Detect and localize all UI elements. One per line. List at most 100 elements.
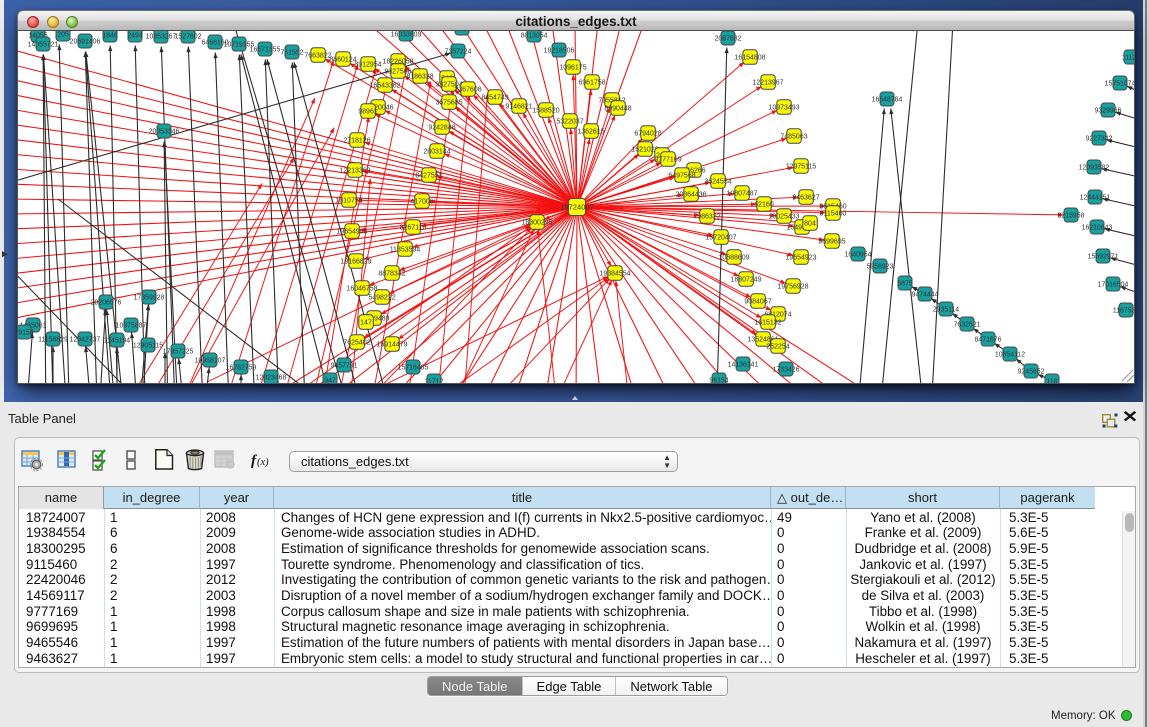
svg-text:3624554: 3624554 bbox=[704, 178, 731, 185]
svg-text:8660124: 8660124 bbox=[329, 56, 356, 63]
svg-text:10973493: 10973493 bbox=[768, 104, 799, 111]
svg-text:88: 88 bbox=[458, 31, 466, 32]
svg-text:7625402: 7625402 bbox=[343, 339, 370, 346]
svg-text:10654112: 10654112 bbox=[995, 351, 1025, 358]
svg-text:11712: 11712 bbox=[425, 378, 444, 384]
svg-text:9242848: 9242848 bbox=[428, 124, 455, 131]
svg-text:7986322: 7986322 bbox=[693, 213, 720, 220]
svg-text:9329966: 9329966 bbox=[1095, 107, 1122, 114]
svg-text:98961: 98961 bbox=[358, 108, 378, 115]
svg-text:1846: 1846 bbox=[102, 32, 117, 39]
svg-text:39154: 39154 bbox=[18, 329, 34, 336]
svg-text:1362615: 1362615 bbox=[577, 128, 604, 135]
svg-text:205: 205 bbox=[57, 31, 69, 38]
svg-text:16914479: 16914479 bbox=[376, 341, 407, 348]
svg-text:8813054: 8813054 bbox=[521, 32, 548, 39]
svg-text:8267110: 8267110 bbox=[400, 224, 427, 231]
svg-text:12975115: 12975115 bbox=[786, 163, 817, 170]
svg-text:2718126: 2718126 bbox=[343, 137, 370, 144]
svg-text:8215958: 8215958 bbox=[1058, 212, 1085, 219]
svg-text:12444151: 12444151 bbox=[1080, 194, 1111, 201]
svg-text:16671355: 16671355 bbox=[250, 46, 281, 53]
svg-text:19756928: 19756928 bbox=[777, 283, 808, 290]
svg-text:6497568: 6497568 bbox=[668, 172, 695, 179]
svg-text:1615132: 1615132 bbox=[754, 319, 781, 326]
svg-text:1588520: 1588520 bbox=[532, 107, 559, 114]
svg-text:9777169: 9777169 bbox=[654, 156, 681, 163]
svg-text:9146821: 9146821 bbox=[505, 103, 532, 110]
svg-text:17016504: 17016504 bbox=[1098, 281, 1129, 288]
svg-text:12213967: 12213967 bbox=[752, 79, 783, 86]
svg-text:11353594: 11353594 bbox=[390, 246, 421, 253]
svg-text:18807249: 18807249 bbox=[730, 276, 761, 283]
svg-text:6794028: 6794028 bbox=[634, 130, 661, 137]
svg-text:14055721: 14055721 bbox=[28, 41, 59, 48]
svg-text:7663822: 7663822 bbox=[304, 52, 331, 59]
svg-text:2367608: 2367608 bbox=[454, 86, 481, 93]
svg-text:17359928: 17359928 bbox=[134, 294, 165, 301]
svg-text:12213369: 12213369 bbox=[339, 167, 370, 174]
svg-text:96154: 96154 bbox=[709, 377, 728, 384]
svg-text:20206576: 20206576 bbox=[91, 299, 122, 306]
svg-text:16154808: 16154808 bbox=[734, 54, 765, 61]
svg-text:19654985: 19654985 bbox=[336, 228, 367, 235]
svg-text:9245652: 9245652 bbox=[1018, 368, 1045, 375]
svg-text:12942737: 12942737 bbox=[70, 336, 101, 343]
svg-text:16648784: 16648784 bbox=[872, 96, 903, 103]
svg-text:6961758: 6961758 bbox=[578, 79, 605, 86]
svg-text:15716485: 15716485 bbox=[398, 364, 429, 371]
svg-text:9115460: 9115460 bbox=[820, 210, 847, 217]
svg-text:19166829: 19166829 bbox=[340, 258, 371, 265]
svg-text:15751074: 15751074 bbox=[1105, 80, 1135, 87]
svg-text:2494: 2494 bbox=[127, 32, 142, 39]
svg-text:11156829: 11156829 bbox=[38, 336, 68, 343]
svg-text:10958107: 10958107 bbox=[195, 357, 226, 364]
svg-text:804: 804 bbox=[804, 220, 816, 227]
svg-text:2087682: 2087682 bbox=[715, 35, 742, 42]
svg-text:15692971: 15692971 bbox=[1088, 253, 1119, 260]
svg-text:147: 147 bbox=[360, 319, 372, 326]
svg-text:8427552: 8427552 bbox=[415, 172, 442, 179]
svg-text:7357224: 7357224 bbox=[445, 48, 472, 55]
svg-text:5958923: 5958923 bbox=[867, 263, 894, 270]
svg-text:20053346: 20053346 bbox=[149, 128, 180, 135]
svg-text:(x): (x) bbox=[257, 457, 269, 468]
svg-text:11124: 11124 bbox=[1122, 54, 1135, 61]
svg-text:15720407: 15720407 bbox=[705, 234, 736, 241]
svg-text:16033809: 16033809 bbox=[391, 31, 422, 38]
svg-text:9463627: 9463627 bbox=[792, 194, 819, 201]
svg-text:947: 947 bbox=[324, 377, 336, 384]
svg-text:19218506: 19218506 bbox=[544, 47, 575, 54]
svg-text:62160: 62160 bbox=[754, 201, 774, 208]
svg-text:8878342: 8878342 bbox=[378, 270, 405, 277]
svg-text:10975887: 10975887 bbox=[116, 322, 147, 329]
svg-text:7485063: 7485063 bbox=[780, 133, 807, 140]
svg-text:19654923: 19654923 bbox=[785, 254, 816, 261]
svg-text:9699695: 9699695 bbox=[818, 238, 845, 245]
svg-text:8454749: 8454749 bbox=[481, 94, 508, 101]
svg-text:18300295: 18300295 bbox=[521, 219, 552, 226]
svg-text:2803144: 2803144 bbox=[423, 148, 450, 155]
svg-text:16782759: 16782759 bbox=[226, 364, 257, 371]
svg-text:12905115: 12905115 bbox=[133, 342, 163, 349]
svg-text:9227342: 9227342 bbox=[1086, 135, 1113, 142]
svg-text:751552: 751552 bbox=[281, 49, 304, 56]
svg-text:6875: 6875 bbox=[897, 280, 912, 287]
svg-text:9457791: 9457791 bbox=[331, 362, 358, 369]
svg-text:252254: 252254 bbox=[766, 343, 789, 350]
svg-text:16046758: 16046758 bbox=[346, 285, 377, 292]
svg-text:1733426: 1733426 bbox=[773, 366, 800, 373]
svg-text:17957225: 17957225 bbox=[163, 348, 194, 355]
svg-text:16543382: 16543382 bbox=[369, 82, 400, 89]
svg-text:1527602: 1527602 bbox=[175, 33, 202, 40]
svg-text:1167533: 1167533 bbox=[1113, 307, 1135, 314]
svg-text:8471676: 8471676 bbox=[975, 336, 1002, 343]
svg-text:1640954: 1640954 bbox=[845, 251, 872, 258]
svg-text:10688609: 10688609 bbox=[718, 254, 749, 261]
svg-text:5322037: 5322037 bbox=[556, 118, 583, 125]
svg-text:417006: 417006 bbox=[410, 198, 433, 205]
svg-text:1096175: 1096175 bbox=[559, 64, 586, 71]
svg-text:3675685: 3675685 bbox=[435, 99, 462, 106]
svg-text:8990448: 8990448 bbox=[604, 105, 631, 112]
svg-text:19724007: 19724007 bbox=[560, 202, 594, 211]
